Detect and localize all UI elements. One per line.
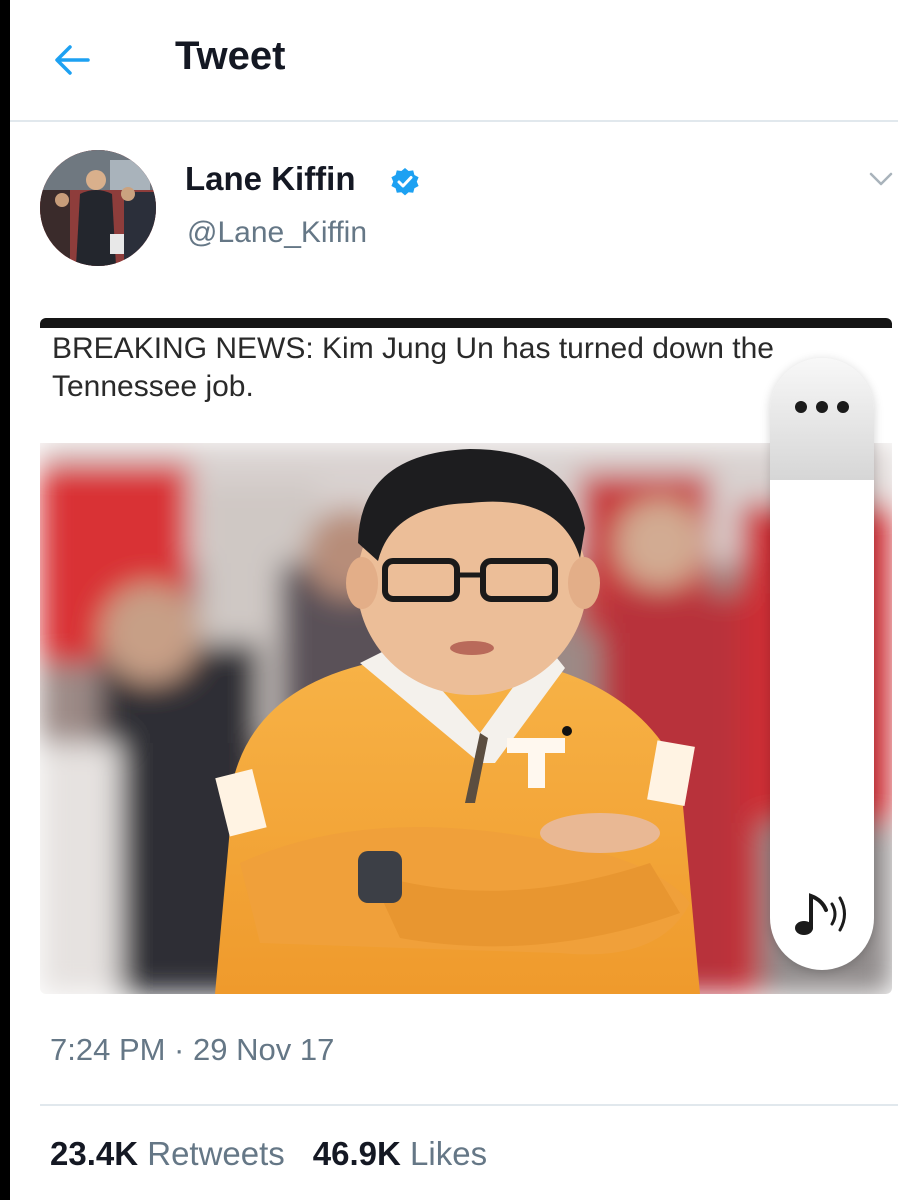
chevron-down-icon[interactable] — [868, 170, 894, 188]
app-header: Tweet — [10, 0, 898, 120]
retweets-label: Retweets — [147, 1135, 285, 1172]
stats-divider — [40, 1104, 898, 1106]
panel-menu-area[interactable] — [770, 358, 874, 480]
avatar-photo — [40, 150, 156, 266]
author-name[interactable]: Lane Kiffin — [185, 160, 356, 198]
tweet-stats: 23.4K Retweets 46.9K Likes — [50, 1135, 487, 1173]
more-horizontal-icon[interactable] — [794, 400, 850, 414]
page-title: Tweet — [175, 34, 286, 78]
author-handle[interactable]: @Lane_Kiffin — [187, 216, 367, 250]
card-top-border — [40, 318, 892, 328]
tweet-detail-screen: Tweet Lane Kiffin @Lane_Kiffin BREAKING … — [10, 0, 898, 1200]
likes-stat[interactable]: 46.9K Likes — [313, 1135, 487, 1172]
retweets-count: 23.4K — [50, 1135, 139, 1172]
header-divider — [10, 120, 898, 122]
verified-badge-icon — [390, 167, 420, 197]
likes-count: 46.9K — [312, 1135, 401, 1172]
retweets-stat[interactable]: 23.4K Retweets — [50, 1135, 285, 1172]
floating-volume-panel[interactable] — [770, 358, 874, 970]
likes-label: Likes — [410, 1135, 488, 1172]
tweet-media-card[interactable]: BREAKING NEWS: Kim Jung Un has turned do… — [40, 318, 892, 994]
card-headline: BREAKING NEWS: Kim Jung Un has turned do… — [52, 332, 774, 403]
arrow-left-icon — [55, 45, 90, 75]
music-note-sound-icon[interactable] — [792, 888, 856, 940]
tweet-photo[interactable] — [40, 443, 892, 994]
back-button[interactable] — [50, 38, 94, 82]
author-avatar[interactable] — [40, 150, 156, 266]
tweet-timestamp: 7:24 PM · 29 Nov 17 — [50, 1032, 335, 1067]
